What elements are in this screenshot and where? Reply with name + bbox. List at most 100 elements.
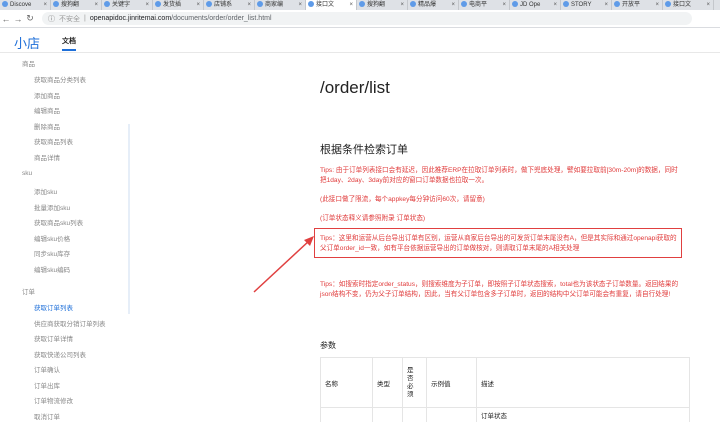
close-icon[interactable]: × bbox=[400, 0, 404, 10]
browser-tab[interactable]: 接口文 × bbox=[663, 0, 714, 10]
browser-tab-label: 接口文 bbox=[316, 2, 335, 8]
sidebar-item[interactable]: 订单确认 bbox=[34, 364, 60, 374]
favicon-icon bbox=[512, 1, 518, 7]
favicon-icon bbox=[410, 1, 416, 7]
cell bbox=[372, 407, 403, 422]
favicon-icon bbox=[308, 1, 314, 7]
close-icon[interactable]: × bbox=[451, 0, 455, 10]
sidebar-item[interactable]: 获取商品sku列表 bbox=[34, 217, 83, 227]
sidebar-item[interactable]: 获取快递公司列表 bbox=[34, 349, 86, 359]
browser-tab-label: 商家编 bbox=[265, 2, 284, 8]
col-example: 示例值 bbox=[426, 357, 477, 408]
tips-delay: Tips: 由于订单列表接口会有延迟，因此推荐ERP在拉取订单列表时，做下兜底处… bbox=[320, 167, 678, 184]
col-desc: 描述 bbox=[476, 357, 690, 408]
close-icon[interactable]: × bbox=[196, 0, 200, 10]
separator: | bbox=[84, 15, 86, 22]
back-icon[interactable]: ← bbox=[0, 14, 12, 24]
close-icon[interactable]: × bbox=[349, 0, 353, 10]
sidebar-item[interactable]: 获取订单详情 bbox=[34, 333, 73, 343]
browser-tab[interactable]: 电商平 × bbox=[459, 0, 510, 10]
brand-logo[interactable]: 小店 bbox=[14, 33, 40, 52]
browser-tab[interactable]: 开放平 × bbox=[612, 0, 663, 10]
sidebar-item[interactable]: 添加sku bbox=[34, 186, 57, 196]
browser-tab[interactable]: 关键字 × bbox=[102, 0, 153, 10]
favicon-icon bbox=[2, 1, 8, 7]
browser-tab-label: 精品爆 bbox=[418, 2, 437, 8]
sidebar-item[interactable]: 编辑sku价格 bbox=[34, 233, 70, 243]
forward-icon[interactable]: → bbox=[12, 14, 24, 24]
sidebar-item[interactable]: 订单物流修改 bbox=[34, 395, 73, 405]
close-icon[interactable]: × bbox=[706, 0, 710, 10]
browser-tab[interactable]: Discove × bbox=[0, 0, 51, 10]
security-label: 不安全 bbox=[59, 15, 80, 23]
sidebar-group-label: 商品 bbox=[22, 61, 35, 68]
browser-tab[interactable]: 搜狗翻 × bbox=[51, 0, 102, 10]
favicon-icon bbox=[53, 1, 59, 7]
close-icon[interactable]: × bbox=[502, 0, 506, 10]
browser-tab-label: 搜狗翻 bbox=[367, 2, 386, 8]
browser-tab[interactable]: 商家编 × bbox=[255, 0, 306, 10]
params-heading: 参数 bbox=[320, 341, 336, 350]
browser-tab[interactable]: 搜狗翻 × bbox=[357, 0, 408, 10]
sidebar-item[interactable]: 获取商品分类列表 bbox=[34, 74, 86, 84]
browser-tab-label: 店铺系 bbox=[214, 2, 233, 8]
sidebar-item[interactable]: 取消订单 bbox=[34, 411, 60, 421]
close-icon[interactable]: × bbox=[43, 0, 47, 10]
main-content: /order/list 根据条件检索订单 Tips: 由于订单列表接口会有延迟，… bbox=[130, 54, 720, 422]
browser-tab[interactable]: 店铺系 × bbox=[204, 0, 255, 10]
browser-tab[interactable]: STORY × bbox=[561, 0, 612, 10]
sidebar-item[interactable]: 批量添加sku bbox=[34, 202, 70, 212]
browser-tab-label: Discove bbox=[10, 2, 32, 8]
favicon-icon bbox=[206, 1, 212, 7]
cell bbox=[320, 407, 373, 422]
info-icon[interactable]: ⓘ bbox=[48, 14, 55, 24]
cell bbox=[402, 407, 427, 422]
browser-tab[interactable]: 接口文 × bbox=[306, 0, 357, 10]
browser-tab[interactable]: 发货插 × bbox=[153, 0, 204, 10]
sidebar-item[interactable]: 编辑sku编码 bbox=[34, 264, 70, 274]
sidebar-item[interactable]: 供应商获取分销订单列表 bbox=[34, 318, 106, 328]
sidebar-item[interactable]: 编辑商品 bbox=[34, 105, 60, 115]
favicon-icon bbox=[614, 1, 620, 7]
sidebar-item[interactable]: 获取商品列表 bbox=[34, 136, 73, 146]
favicon-icon bbox=[155, 1, 161, 7]
browser-tab-label: 搜狗翻 bbox=[61, 2, 80, 8]
col-required: 是否必须 bbox=[402, 357, 427, 408]
url-path: /documents/order/order_list.html bbox=[171, 15, 272, 22]
close-icon[interactable]: × bbox=[247, 0, 251, 10]
table-row: 订单状态 bbox=[320, 407, 690, 422]
site-header: 小店 文档 bbox=[0, 29, 720, 53]
nav-tab-docs[interactable]: 文档 bbox=[62, 36, 76, 51]
browser-tab[interactable]: 精品爆 × bbox=[408, 0, 459, 10]
browser-tab-label: 关键字 bbox=[112, 2, 131, 8]
close-icon[interactable]: × bbox=[655, 0, 659, 10]
table-header-row: 名称 类型 是否必须 示例值 描述 bbox=[320, 357, 690, 408]
sidebar-item[interactable]: 商品详情 bbox=[34, 152, 60, 162]
reload-icon[interactable]: ↻ bbox=[24, 13, 36, 24]
sidebar-group-label: sku bbox=[22, 170, 33, 177]
browser-tab-label: STORY bbox=[571, 2, 592, 8]
url-host: openapidoc.jinritemai.com bbox=[89, 15, 172, 22]
close-icon[interactable]: × bbox=[604, 0, 608, 10]
col-type: 类型 bbox=[372, 357, 403, 408]
sidebar-item[interactable]: 订单出库 bbox=[34, 380, 60, 390]
tips-export-diff: Tips：这里和运营从后台导出订单有区别，运营从商家后台导出的可发货订单末尾没有… bbox=[320, 235, 677, 252]
close-icon[interactable]: × bbox=[94, 0, 98, 10]
close-icon[interactable]: × bbox=[298, 0, 302, 10]
sidebar-item[interactable]: 添加商品 bbox=[34, 90, 60, 100]
favicon-icon bbox=[257, 1, 263, 7]
close-icon[interactable]: × bbox=[145, 0, 149, 10]
sidebar: 商品获取商品分类列表 添加商品编辑商品删除商品获取商品列表 商品详情 sku 添加sku… bbox=[0, 54, 130, 422]
favicon-icon bbox=[359, 1, 365, 7]
col-name: 名称 bbox=[320, 357, 373, 408]
sidebar-item[interactable]: 同步sku库存 bbox=[34, 248, 70, 258]
browser-tab-label: 电商平 bbox=[469, 2, 488, 8]
browser-tab[interactable]: JD Ope × bbox=[510, 0, 561, 10]
address-bar[interactable]: ⓘ 不安全 | openapidoc.jinritemai.com /docum… bbox=[42, 12, 692, 25]
favicon-icon bbox=[104, 1, 110, 7]
browser-tab-strip: Discove × 搜狗翻 × 关键字 × 发货插 × 店铺系 × 商家编 × 接口文 × 搜狗翻 × 精品爆 ×… bbox=[0, 0, 720, 10]
browser-toolbar: ← → ↻ ⓘ 不安全 | openapidoc.jinritemai.com … bbox=[0, 10, 720, 28]
sidebar-item[interactable]: 获取订单列表 bbox=[34, 302, 73, 312]
sidebar-item[interactable]: 删除商品 bbox=[34, 121, 60, 131]
close-icon[interactable]: × bbox=[553, 0, 557, 10]
